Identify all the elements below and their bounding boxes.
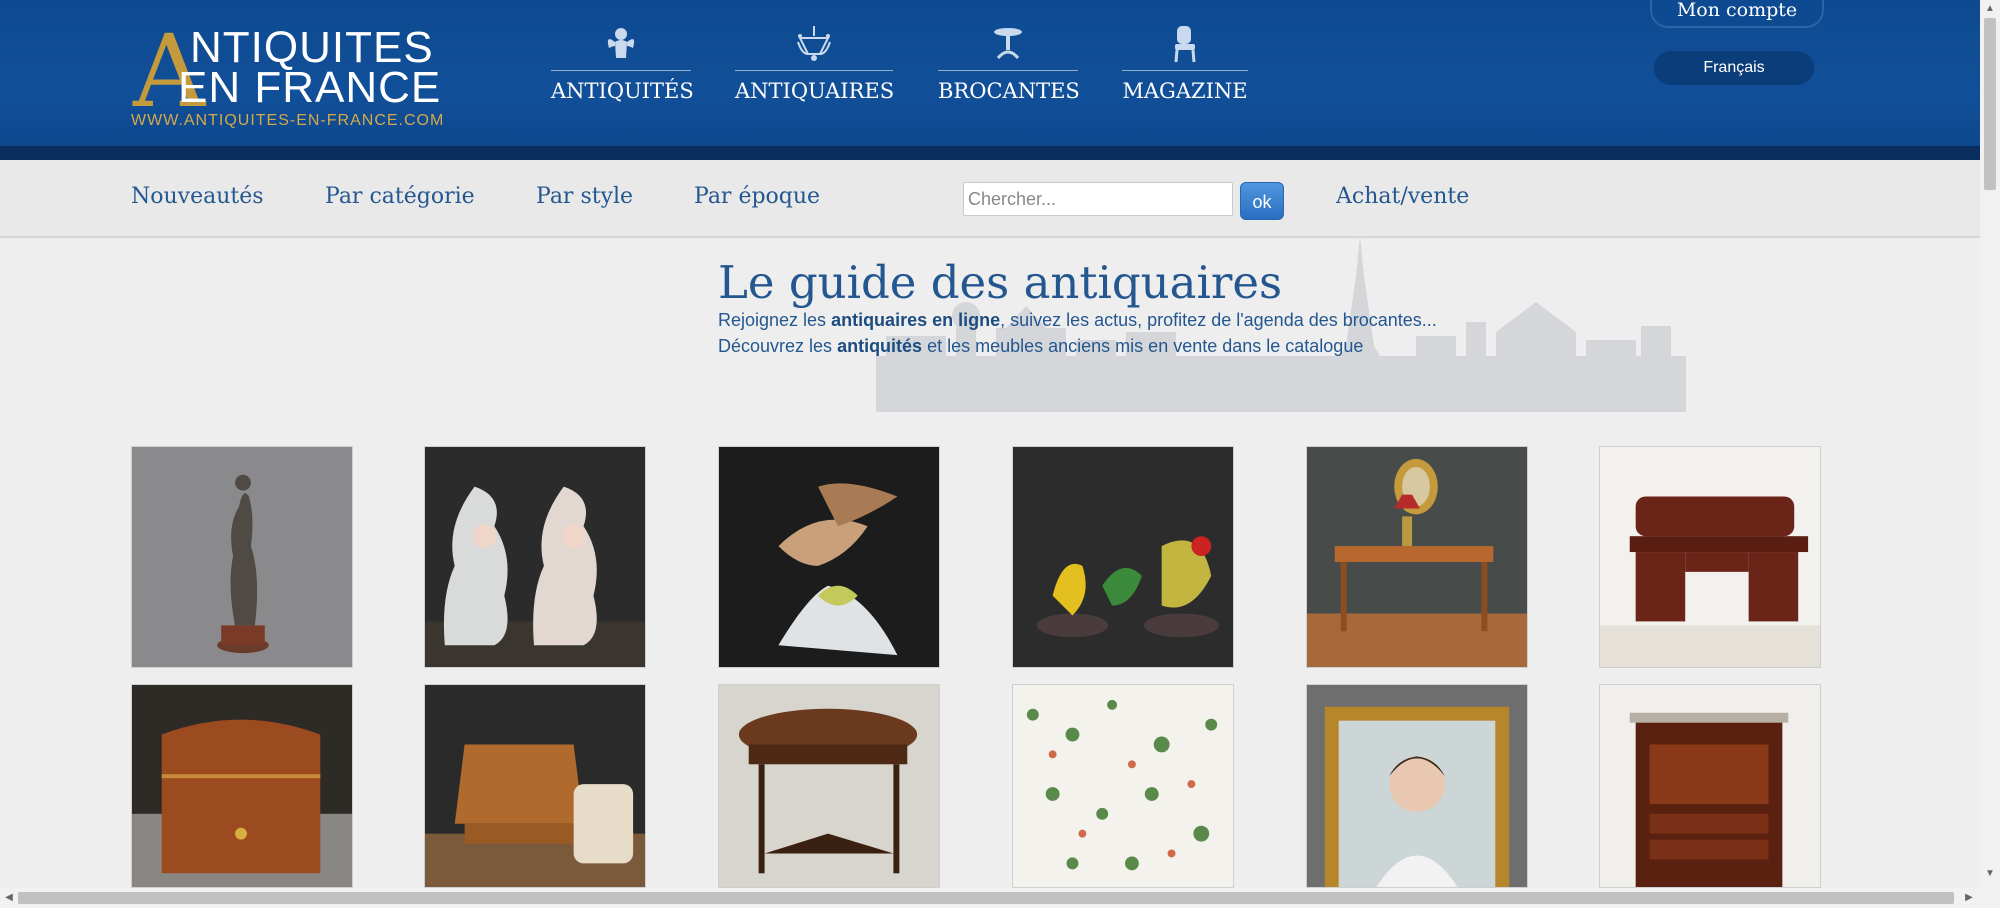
nav-brocantes[interactable]: BROCANTES: [938, 24, 1080, 103]
bird-figurines-thumb[interactable]: [1012, 446, 1234, 668]
bird-figurines-image: [1013, 447, 1233, 667]
nav-label: ANTIQUITÉS: [551, 79, 694, 103]
napoleon-table-image: [719, 685, 939, 887]
search-input[interactable]: [963, 182, 1233, 216]
nav-rule: [938, 70, 1078, 71]
my-account-button[interactable]: Mon compte: [1650, 0, 1824, 28]
nav-rule: [551, 70, 691, 71]
chandelier-icon: [797, 26, 831, 61]
bronze-statue-image: [132, 447, 352, 667]
porcelain-vases-thumb[interactable]: [424, 446, 646, 668]
hero-line-2-post: et les meubles anciens mis en vente dans…: [922, 336, 1364, 356]
portrait-painting-image: [1307, 685, 1527, 887]
writing-desk-thumb[interactable]: [1306, 446, 1528, 668]
portrait-painting-thumb[interactable]: [1306, 684, 1528, 888]
hero-line-1: Rejoignez les antiquaires en ligne, suiv…: [718, 310, 1437, 331]
horizontal-scroll-thumb[interactable]: [18, 892, 1954, 904]
leather-box-thumb[interactable]: [131, 684, 353, 888]
nav-antiquites[interactable]: ANTIQUITÉS: [551, 24, 694, 103]
nav-label: ANTIQUAIRES: [735, 79, 895, 103]
floral-wallpaper-thumb[interactable]: [1012, 684, 1234, 888]
hero-line-1-post: , suivez les actus, profitez de l'agenda…: [1000, 310, 1437, 330]
nav-rule: [1122, 70, 1248, 71]
nav-label: BROCANTES: [938, 79, 1080, 103]
bronze-statue-thumb[interactable]: [131, 446, 353, 668]
vertical-scrollbar[interactable]: ▲ ▼: [1980, 0, 2000, 908]
porcelain-vases-image: [425, 447, 645, 667]
scroll-up-icon[interactable]: ▲: [1984, 3, 1996, 15]
hero-line-1-pre: Rejoignez les: [718, 310, 832, 330]
porcelain-bird-thumb[interactable]: [718, 446, 940, 668]
secretaire-cabinet-image: [1600, 685, 1820, 887]
scroll-down-icon[interactable]: ▼: [1984, 868, 1996, 880]
horizontal-scrollbar[interactable]: ◀ ▶: [0, 888, 1980, 908]
roll-top-desk-thumb[interactable]: [1599, 446, 1821, 668]
writing-desk-image: [1307, 447, 1527, 667]
vertical-scroll-thumb[interactable]: [1984, 18, 1996, 190]
secretaire-cabinet-thumb[interactable]: [1599, 684, 1821, 888]
logo-line2: EN FRANCE: [178, 63, 442, 112]
napoleon-table-thumb[interactable]: [718, 684, 940, 888]
leather-box-image: [132, 685, 352, 887]
scroll-right-icon[interactable]: ▶: [1963, 892, 1975, 904]
nav-label: MAGAZINE: [1122, 79, 1248, 103]
antiquites-link[interactable]: antiquités: [837, 336, 922, 356]
nav-magazine[interactable]: MAGAZINE: [1122, 24, 1248, 103]
marquetry-secretary-thumb[interactable]: [424, 684, 646, 888]
pedestal-table-icon: [994, 28, 1022, 60]
chair-icon: [1174, 26, 1196, 63]
search-ok-button[interactable]: ok: [1240, 182, 1284, 220]
nav-rule: [735, 70, 893, 71]
page-title: Le guide des antiquaires: [718, 256, 1283, 309]
floral-wallpaper-image: [1013, 685, 1233, 887]
language-selector[interactable]: Français: [1654, 51, 1814, 85]
cherub-icon: [607, 28, 635, 58]
nav-antiquaires[interactable]: ANTIQUAIRES: [735, 24, 895, 103]
subnav-par-style[interactable]: Par style: [536, 184, 633, 209]
hero-line-2: Découvrez les antiquités et les meubles …: [718, 336, 1363, 357]
subnav-achat-vente[interactable]: Achat/vente: [1336, 184, 1469, 209]
subnav-nouveautes[interactable]: Nouveautés: [131, 184, 264, 209]
hero-line-2-pre: Découvrez les: [718, 336, 838, 356]
logo-url: WWW.ANTIQUITES-EN-FRANCE.COM: [131, 112, 445, 129]
marquetry-secretary-image: [425, 685, 645, 887]
porcelain-bird-image: [719, 447, 939, 667]
subnav-par-epoque[interactable]: Par époque: [694, 184, 820, 209]
antiquaires-en-ligne-link[interactable]: antiquaires en ligne: [831, 310, 1000, 330]
roll-top-desk-image: [1600, 447, 1820, 667]
subnav-par-categorie[interactable]: Par catégorie: [325, 184, 475, 209]
header-band: [0, 146, 1980, 160]
site-header: A NTIQUITES EN FRANCE WWW.ANTIQUITES-EN-…: [0, 0, 1980, 160]
scroll-left-icon[interactable]: ◀: [3, 892, 15, 904]
